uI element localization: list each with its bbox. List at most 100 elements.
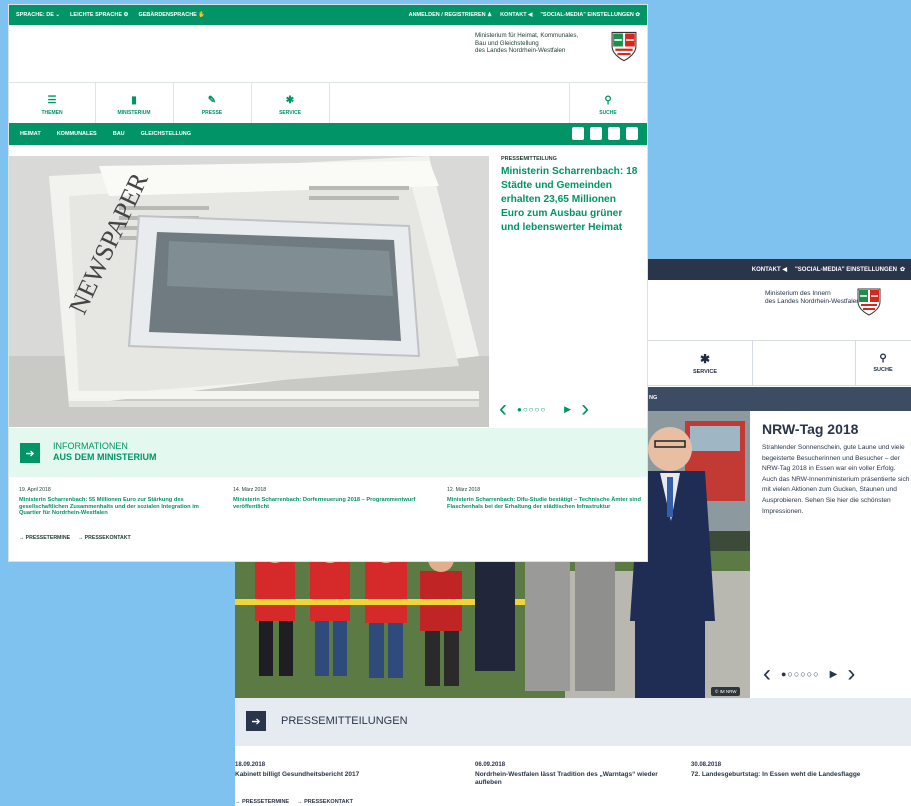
sign-language-label: GEBÄRDENSPRACHE [138,12,197,18]
news-date: 30.08.2018 [691,762,722,768]
nrw-crest-icon [857,288,881,316]
instagram-icon[interactable] [608,127,620,140]
hero-photo[interactable]: NEWSPAPER [9,156,489,427]
social-settings-link[interactable]: "SOCIAL-MEDIA" EINSTELLUNGEN ✿ [794,266,905,274]
slide-dots[interactable]: ●○○○○○ [781,669,820,679]
teaser-title: NRW-Tag 2018 [762,421,859,437]
sub-nav-fragment: NG [649,395,658,401]
news-title: Ministerin Scharrenbach: Dorferneuerung … [233,497,416,510]
twitter-icon[interactable] [590,127,602,140]
chevron-right-icon[interactable]: › [581,397,589,421]
link-label: PRESSEKONTAKT [84,535,131,541]
news-item[interactable]: 06.09.2018 Nordrhein-Westfalen lässt Tra… [475,762,685,786]
pressekontakt-link[interactable]: → PRESSEKONTAKT [297,799,353,805]
news-title: Ministerin Scharrenbach: 55 Millionen Eu… [19,497,199,517]
chevron-right-icon[interactable]: › [847,662,855,686]
easy-language-icon: ⚙ [123,12,129,18]
login-link[interactable]: ANMELDEN / REGISTRIEREN ♟ [409,12,492,18]
nav-item-service[interactable]: ✱ SERVICE [655,341,755,385]
news-title: Ministerin Scharrenbach: Difu-Studie bes… [447,497,641,510]
nav-item-ministerium[interactable]: ▮ MINISTERIUM [95,83,173,128]
link-label: PRESSETERMINE [25,535,71,541]
chevron-left-icon[interactable]: ‹ [499,397,507,421]
subnav-item-gleichstellung[interactable]: GLEICHSTELLUNG [141,131,191,137]
news-item[interactable]: 18.09.2018 Kabinett billigt Gesundheitsb… [235,762,445,779]
social-settings-link[interactable]: "SOCIAL-MEDIA" EINSTELLUNGEN ✿ [540,12,640,18]
nav-item-presse[interactable]: ✎ PRESSE [173,83,251,128]
list-icon: ☰ [47,95,57,106]
contact-label: KONTAKT [500,12,527,18]
logo-line: des Landes Nordrhein-Westfalen [475,47,566,54]
top-bar: SPRACHE: DE ⌄ LEICHTE SPRACHE ⚙ GEBÄRDEN… [9,5,647,25]
news-item[interactable]: 19. April 2018 Ministerin Scharrenbach: … [19,487,219,517]
youtube-icon[interactable] [626,127,638,140]
slider-controls: ‹ ●○○○○○ ▶ › [763,659,911,689]
info-section-title[interactable]: INFORMATIONEN AUS DEM MINISTERIUM [53,441,157,463]
news-date: 19. April 2018 [19,487,51,493]
send-icon: ◀ [782,267,787,273]
link-label: PRESSETERMINE [242,799,290,805]
nav-search-label: SUCHE [599,110,617,116]
main-nav: ☰ THEMEN ▮ MINISTERIUM ✎ PRESSE ✱ SERVIC… [9,82,647,128]
language-label: SPRACHE: DE [16,12,54,18]
easy-language-link[interactable]: LEICHTE SPRACHE ⚙ [70,12,128,18]
news-date: 18.09.2018 [235,762,266,768]
nrw-crest-icon [611,31,637,62]
nav-presse-label: PRESSE [201,110,223,116]
section-title-line-2: AUS DEM MINISTERIUM [53,452,157,462]
user-icon: ♟ [487,12,493,18]
ministry-logo-text[interactable]: Ministerium für Heimat, Kommunales, Bau … [475,32,578,55]
gear-icon: ✿ [635,12,640,18]
nav-item-search[interactable]: ⚲ SUCHE [855,341,911,385]
hero-teaser[interactable]: PRESSEMITTEILUNG Ministerin Scharrenbach… [501,156,641,235]
section-title-line-1: INFORMATIONEN [53,441,128,451]
facebook-icon[interactable] [572,127,584,140]
subnav-item-bau[interactable]: BAU [113,131,125,137]
language-select[interactable]: SPRACHE: DE ⌄ [16,12,60,18]
nav-item-service[interactable]: ✱ SERVICE [251,83,329,128]
contact-link[interactable]: KONTAKT ◀ [500,12,532,18]
subnav-item-kommunales[interactable]: KOMMUNALES [57,131,97,137]
pencil-icon: ✎ [207,95,217,106]
login-label: ANMELDEN / REGISTRIEREN [408,12,486,18]
pressekontakt-link[interactable]: → PRESSEKONTAKT [78,535,131,541]
teaser-text: Strahlender Sonnenschein, gute Laune und… [762,444,910,515]
news-item[interactable]: 14. März 2018 Ministerin Scharrenbach: D… [233,487,433,510]
search-icon: ⚲ [879,353,887,364]
logo-line: des Landes Nordrhein-Westfalen [765,298,860,305]
logo-line: Bau und Gleichstellung [475,39,539,47]
contact-link[interactable]: KONTAKT ◀ [752,266,787,273]
teaser-title: Ministerin Scharrenbach: 18 Städte und G… [501,166,638,233]
sign-language-link[interactable]: GEBÄRDENSPRACHE ✋ [138,12,205,18]
news-date: 06.09.2018 [475,762,506,768]
arrow-right-icon[interactable]: ➔ [246,711,266,731]
news-date: 14. März 2018 [233,487,267,493]
news-item[interactable]: 12. März 2018 Ministerin Scharrenbach: D… [447,487,647,510]
hero-teaser[interactable]: NRW-Tag 2018 Strahlender Sonnenschein, g… [762,421,910,517]
social-settings-label: "SOCIAL-MEDIA" EINSTELLUNGEN [794,266,897,273]
news-date: 12. März 2018 [447,487,481,493]
arrow-right-icon[interactable]: ➔ [20,443,40,463]
photo-credit-badge: © IM NRW [711,687,741,696]
pressetermine-link[interactable]: → PRESSETERMINE [19,535,70,541]
logo-line: Ministerium des Innern [765,290,831,297]
chevron-left-icon[interactable]: ‹ [763,662,771,686]
nav-service-label: SERVICE [692,368,718,375]
newspaper-tablet-photo: NEWSPAPER [9,156,489,427]
nav-item-search[interactable]: ⚲ SUCHE [569,83,647,128]
search-icon: ⚲ [604,95,612,106]
play-icon[interactable]: ▶ [564,404,571,415]
subnav-item-heimat[interactable]: HEIMAT [20,131,41,137]
press-links: → PRESSETERMINE → PRESSEKONTAKT [19,535,131,541]
pressetermine-link[interactable]: → PRESSETERMINE [235,799,289,805]
play-icon[interactable]: ▶ [830,669,838,680]
ministry-logo-text[interactable]: Ministerium des Innern des Landes Nordrh… [765,290,860,306]
nav-search-label: SUCHE [873,367,893,373]
news-item[interactable]: 30.08.2018 72. Landesgeburtstag: In Esse… [691,762,901,779]
press-section-title[interactable]: PRESSEMITTEILUNGEN [281,715,408,727]
slide-dots[interactable]: ●○○○○ [517,405,546,414]
news-title: 72. Landesgeburtstag: In Essen weht die … [691,771,861,778]
nav-item-themen[interactable]: ☰ THEMEN [9,83,95,128]
asterisk-icon: ✱ [699,351,711,366]
mhkbg-screenshot: SPRACHE: DE ⌄ LEICHTE SPRACHE ⚙ GEBÄRDEN… [9,5,647,561]
